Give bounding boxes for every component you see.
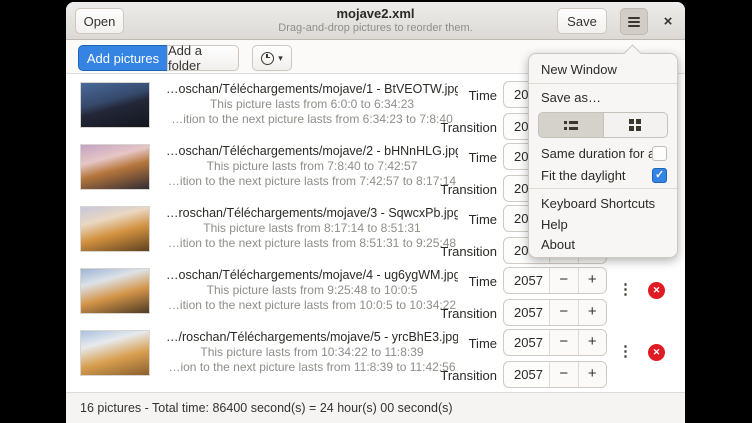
menu-separator [529, 188, 677, 189]
picture-thumbnail[interactable] [80, 144, 150, 190]
transition-label: Transition [397, 120, 497, 135]
transition-label: Transition [397, 182, 497, 197]
list-view-button[interactable] [538, 112, 604, 138]
time-value[interactable]: 2057 [504, 268, 550, 293]
transition-label: Transition [397, 306, 497, 321]
window-title-box: mojave2.xml Drag-and-drop pictures to re… [216, 6, 535, 35]
menu-separator [529, 83, 677, 84]
hamburger-icon [628, 17, 640, 19]
time-options-dropdown[interactable]: ▾ [252, 45, 292, 71]
transition-value[interactable]: 2057 [504, 362, 550, 387]
delete-picture-button[interactable]: ✕ [648, 344, 665, 361]
picture-row: …oschan/Téléchargements/mojave/4 - ug6yg… [66, 260, 685, 322]
list-view-icon [564, 121, 578, 130]
window-subtitle: Drag-and-drop pictures to reorder them. [216, 22, 535, 35]
row-options-kebab-icon[interactable]: ⋮ [618, 280, 632, 298]
same-duration-checkbox[interactable] [652, 146, 667, 161]
open-button[interactable]: Open [75, 8, 124, 34]
increase-button[interactable]: + [579, 330, 607, 355]
status-text: 16 pictures - Total time: 86400 second(s… [80, 401, 453, 415]
decrease-button[interactable]: − [550, 362, 579, 387]
time-spinbutton[interactable]: 2057 − + [503, 267, 607, 294]
grid-view-button[interactable] [604, 112, 669, 138]
decrease-button[interactable]: − [550, 268, 579, 293]
time-label: Time [397, 336, 497, 351]
menu-item-keyboard-shortcuts[interactable]: Keyboard Shortcuts [529, 193, 677, 214]
picture-thumbnail[interactable] [80, 268, 150, 314]
fit-daylight-checkbox[interactable] [652, 168, 667, 183]
time-label: Time [397, 212, 497, 227]
time-value[interactable]: 2057 [504, 330, 550, 355]
time-label: Time [397, 150, 497, 165]
window-title: mojave2.xml [216, 6, 535, 22]
save-button[interactable]: Save [557, 8, 607, 34]
add-folder-button[interactable]: Add a folder [167, 45, 239, 71]
row-options-kebab-icon[interactable]: ⋮ [618, 342, 632, 360]
desktop-background: Open mojave2.xml Drag-and-drop pictures … [0, 0, 752, 423]
add-pictures-button[interactable]: Add pictures [78, 45, 168, 71]
menu-item-fit-daylight[interactable]: Fit the daylight [529, 166, 677, 186]
time-label: Time [397, 88, 497, 103]
chevron-down-icon: ▾ [278, 53, 283, 64]
picture-thumbnail[interactable] [80, 330, 150, 376]
transition-label: Transition [397, 244, 497, 259]
menu-item-about[interactable]: About [529, 234, 677, 255]
transition-label: Transition [397, 368, 497, 383]
menu-item-new-window[interactable]: New Window [529, 59, 677, 80]
decrease-button[interactable]: − [550, 330, 579, 355]
transition-spinbutton[interactable]: 2057 − + [503, 361, 607, 388]
increase-button[interactable]: + [579, 268, 607, 293]
view-mode-toggle [538, 112, 668, 138]
app-window: Open mojave2.xml Drag-and-drop pictures … [66, 2, 685, 423]
time-spinbutton[interactable]: 2057 − + [503, 329, 607, 356]
menu-item-same-duration[interactable]: Same duration for all [529, 144, 677, 164]
picture-row: …/roschan/Téléchargements/mojave/5 - yrc… [66, 322, 685, 384]
menu-item-help[interactable]: Help [529, 214, 677, 235]
clock-icon [261, 52, 274, 65]
app-menu-popover: New Window Save as… Same duration for al… [528, 53, 678, 258]
picture-thumbnail[interactable] [80, 206, 150, 252]
status-bar: 16 pictures - Total time: 86400 second(s… [66, 392, 685, 423]
close-window-button[interactable]: × [654, 8, 682, 34]
delete-picture-button[interactable]: ✕ [648, 282, 665, 299]
increase-button[interactable]: + [579, 362, 607, 387]
hamburger-menu-button[interactable] [620, 8, 648, 35]
menu-item-save-as[interactable]: Save as… [529, 87, 677, 108]
picture-thumbnail[interactable] [80, 82, 150, 128]
time-label: Time [397, 274, 497, 289]
grid-view-icon [629, 119, 641, 131]
header-bar: Open mojave2.xml Drag-and-drop pictures … [66, 2, 685, 40]
